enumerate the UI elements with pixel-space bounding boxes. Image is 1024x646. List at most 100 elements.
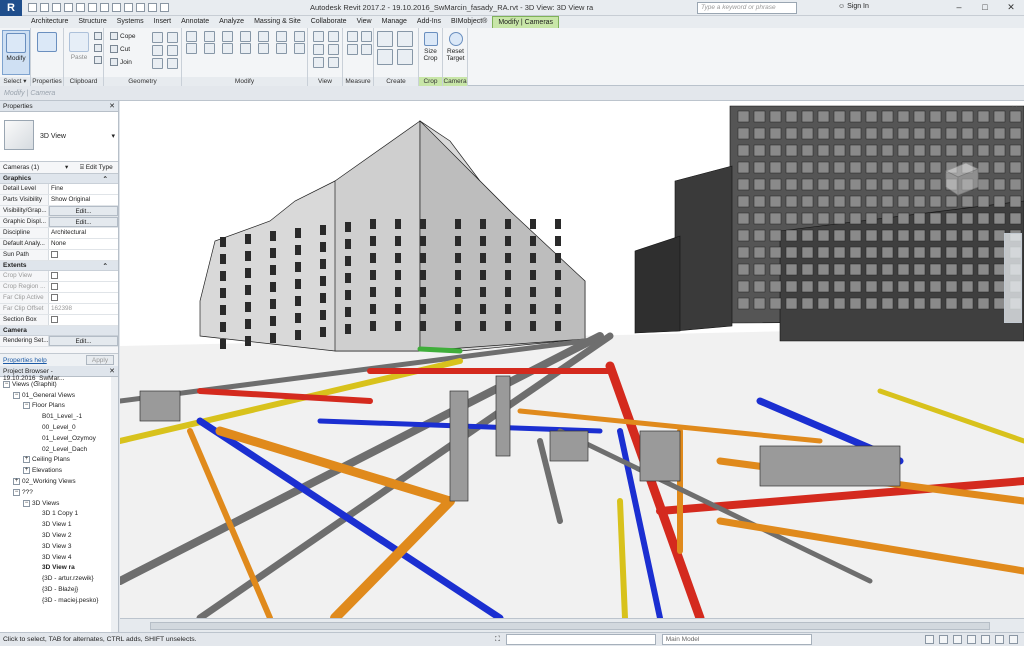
copy-icon[interactable] (204, 43, 215, 54)
view-close-icon[interactable]: ▫ ✕ (1006, 104, 1018, 113)
tab-systems[interactable]: Systems (112, 16, 149, 28)
maximize-button[interactable]: □ (972, 0, 998, 14)
property-value[interactable]: None (49, 239, 118, 249)
create-similar-icon[interactable] (397, 49, 413, 65)
checkbox[interactable] (51, 283, 58, 290)
checkbox[interactable] (51, 272, 58, 279)
browser-node[interactable]: 3D 1 Copy 1 (0, 509, 118, 520)
property-value[interactable] (49, 315, 118, 325)
close-button[interactable]: ✕ (998, 0, 1024, 14)
browser-node[interactable]: {3D - artur.rzewik} (0, 573, 118, 584)
select-links-icon[interactable] (939, 635, 948, 644)
filter-icon[interactable] (1009, 635, 1018, 644)
spot-icon[interactable] (361, 44, 372, 55)
cope-button[interactable]: Cope (110, 32, 136, 40)
browser-node[interactable]: 3D View 1 (0, 519, 118, 530)
beam-join-icon[interactable] (152, 58, 163, 69)
collapse-icon[interactable]: − (13, 488, 20, 496)
create-group-icon[interactable] (377, 49, 393, 65)
close-icon[interactable]: ✕ (109, 367, 115, 375)
thin-lines-icon[interactable] (136, 3, 145, 12)
align-icon[interactable] (186, 31, 197, 42)
edit-button[interactable]: Edit... (49, 336, 118, 346)
tab-annotate[interactable]: Annotate (176, 16, 214, 28)
property-value[interactable] (49, 293, 118, 303)
section-icon[interactable] (124, 3, 133, 12)
mirror-draw-icon[interactable] (240, 31, 251, 42)
split-icon[interactable] (258, 31, 269, 42)
close-hidden-icon[interactable] (148, 3, 157, 12)
cut-button[interactable]: Cut (110, 45, 130, 53)
copy-small-icon[interactable] (94, 32, 102, 40)
property-value[interactable]: Show Original (49, 195, 118, 205)
scrollbar-thumb[interactable] (150, 622, 990, 630)
browser-node[interactable]: {3D - maciej.pesko} (0, 595, 118, 606)
3d-view-icon[interactable] (112, 3, 121, 12)
browser-node[interactable]: +02_Working Views (0, 476, 118, 487)
create-assembly-icon[interactable] (377, 31, 393, 47)
tab-structure[interactable]: Structure (73, 16, 111, 28)
viewcube-icon[interactable] (938, 159, 984, 199)
browser-node[interactable]: 3D View 4 (0, 552, 118, 563)
delete-icon[interactable] (294, 43, 305, 54)
unpin-icon[interactable] (276, 43, 287, 54)
open-icon[interactable] (28, 3, 37, 12)
equipment-box[interactable] (449, 390, 469, 502)
array-icon[interactable] (240, 43, 251, 54)
size-crop-button[interactable]: Size Crop (419, 30, 442, 75)
select-by-face-icon[interactable] (981, 635, 990, 644)
workset-combo[interactable] (505, 634, 656, 645)
property-value[interactable] (49, 271, 118, 281)
browser-node[interactable]: + Ceiling Plans (0, 455, 118, 466)
tab-massing-site[interactable]: Massing & Site (249, 16, 306, 28)
workset-icon[interactable]: ⛶ (495, 636, 500, 644)
filter-icon[interactable] (328, 57, 339, 68)
split-face-icon[interactable] (152, 32, 163, 43)
checkbox[interactable] (51, 316, 58, 323)
override-graphics-icon[interactable] (328, 44, 339, 55)
move-icon[interactable] (186, 43, 197, 54)
redo-icon[interactable] (64, 3, 73, 12)
remove-paint-icon[interactable] (167, 58, 178, 69)
join-button[interactable]: Join (110, 58, 132, 66)
wall-joins-icon[interactable] (152, 45, 163, 56)
select-panel-title[interactable]: Select ▾ (0, 77, 30, 86)
cut-small-icon[interactable] (94, 44, 102, 52)
pipe-segment[interactable] (417, 346, 463, 354)
equipment-box[interactable] (639, 430, 681, 482)
paint-icon[interactable] (167, 32, 178, 43)
group-graphics[interactable]: Graphics ⌃ (0, 174, 118, 184)
hide-icon[interactable] (313, 31, 324, 42)
properties-button[interactable] (33, 30, 61, 75)
revit-logo-icon[interactable]: R (0, 0, 22, 16)
tab-add-ins[interactable]: Add-Ins (412, 16, 446, 28)
pin-icon[interactable] (294, 31, 305, 42)
reset-target-button[interactable]: Reset Target (443, 30, 468, 75)
editable-only-icon[interactable] (925, 635, 934, 644)
measure-element-icon[interactable] (361, 31, 372, 42)
minimize-button[interactable]: – (946, 0, 972, 14)
checkbox[interactable] (51, 251, 58, 258)
design-option-combo[interactable]: Main Model (661, 634, 812, 645)
browser-node[interactable]: 00_Level_0 (0, 422, 118, 433)
apply-button[interactable]: Apply (86, 355, 114, 365)
text-icon[interactable] (100, 3, 109, 12)
browser-node[interactable]: + Elevations (0, 465, 118, 476)
equipment-box[interactable] (549, 430, 589, 462)
override-icon[interactable] (328, 31, 339, 42)
measure-distance-icon[interactable] (347, 31, 358, 42)
aligned-dimension-icon[interactable] (347, 44, 358, 55)
equipment-box[interactable] (495, 375, 511, 457)
rotate-icon[interactable] (222, 43, 233, 54)
collapse-icon[interactable]: − (23, 402, 30, 410)
browser-node[interactable]: −??? (0, 487, 118, 498)
paste-button[interactable]: Paste (65, 30, 93, 75)
equipment-box[interactable] (759, 445, 901, 487)
measure-icon[interactable] (88, 3, 97, 12)
property-value[interactable]: Architectural (49, 228, 118, 238)
expand-icon[interactable]: + (23, 467, 30, 475)
checkbox[interactable] (51, 294, 58, 301)
mirror-axis-icon[interactable] (222, 31, 233, 42)
drag-elements-icon[interactable] (995, 635, 1004, 644)
collapse-icon[interactable]: − (23, 499, 30, 507)
